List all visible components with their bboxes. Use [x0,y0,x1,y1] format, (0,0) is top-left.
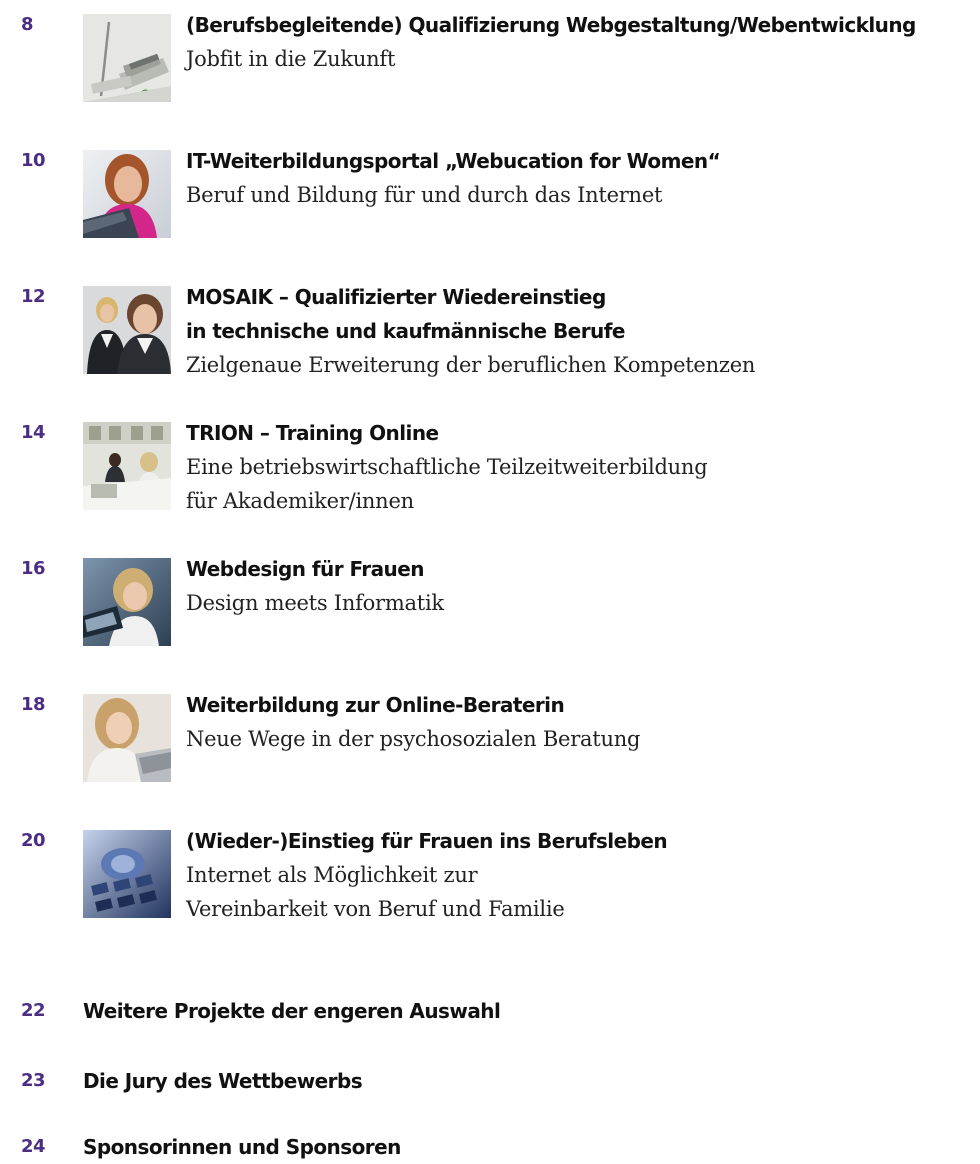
under-construction-photo [83,14,171,102]
entry-title-line: Weiterbildung zur Online-Beraterin [186,693,565,717]
entry-title-line: TRION – Training Online [186,421,439,445]
entry-title: (Berufsbegleitende) Qualifizierung Webge… [186,8,976,42]
entry-subtitle: Zielgenaue Erweiterung der beruflichen K… [186,348,976,382]
page-number: 22 [21,1000,46,1021]
woman-at-desk-photo [83,558,171,646]
page-number: 20 [21,830,46,851]
office-training-photo [83,422,171,510]
entry-text: MOSAIK – Qualifizierter Wiedereinstieg i… [186,280,976,382]
page-number: 8 [21,14,34,35]
entry-text: Webdesign für Frauen Design meets Inform… [186,552,976,620]
entry-text: (Wieder-)Einstieg für Frauen ins Berufsl… [186,824,976,926]
entry-text: Weiterbildung zur Online-Beraterin Neue … [186,688,976,756]
table-of-contents: 8 (Berufsbegleitende) Qualifizierung Web… [0,0,980,1160]
entry-subtitle: Internet als Möglichkeit zur Vereinbarke… [186,858,976,926]
entry-subtitle-line: Eine betriebswirtschaftliche Teilzeitwei… [186,455,708,479]
entry-title: Webdesign für Frauen [186,552,976,586]
entry-title-line: IT-Weiterbildungsportal „Webucation for … [186,149,721,173]
entry-text: (Berufsbegleitende) Qualifizierung Webge… [186,8,976,76]
entry-subtitle-line: für Akademiker/innen [186,489,414,513]
page-number: 23 [21,1070,46,1091]
entry-title-line: (Berufsbegleitende) Qualifizierung Webge… [186,13,916,37]
woman-at-computer-image [83,694,171,782]
entry-subtitle: Design meets Informatik [186,586,976,620]
under-construction-image [83,14,171,102]
page-number: 18 [21,694,46,715]
entry-subtitle-line: Vereinbarkeit von Beruf und Familie [186,897,565,921]
two-businesswomen-photo [83,286,171,374]
phone-keypad-image [83,830,171,918]
entry-subtitle: Beruf und Bildung für und durch das Inte… [186,178,976,212]
entry-subtitle: Eine betriebswirtschaftliche Teilzeitwei… [186,450,976,518]
office-training-image [83,422,171,510]
entry-subtitle-line: Neue Wege in der psychosozialen Beratung [186,727,641,751]
entry-title: IT-Weiterbildungsportal „Webucation for … [186,144,976,178]
entry-title-line: (Wieder-)Einstieg für Frauen ins Berufsl… [186,829,668,853]
entry-subtitle-line: Zielgenaue Erweiterung der beruflichen K… [186,353,756,377]
woman-at-computer-photo [83,694,171,782]
woman-with-laptop-image [83,150,171,238]
woman-with-laptop-photo [83,150,171,238]
page-number: 10 [21,150,46,171]
entry-subtitle-line: Jobfit in die Zukunft [186,47,396,71]
entry-title: Die Jury des Wettbewerbs [83,1069,363,1093]
page-number: 14 [21,422,46,443]
entry-text: TRION – Training Online Eine betriebswir… [186,416,976,518]
phone-keypad-photo [83,830,171,918]
entry-subtitle: Neue Wege in der psychosozialen Beratung [186,722,976,756]
entry-title: Weiterbildung zur Online-Beraterin [186,688,976,722]
page-number: 24 [21,1136,46,1157]
entry-subtitle-line: Design meets Informatik [186,591,444,615]
entry-title: MOSAIK – Qualifizierter Wiedereinstieg i… [186,280,976,348]
entry-title-line: Webdesign für Frauen [186,557,424,581]
entry-subtitle-line: Beruf und Bildung für und durch das Inte… [186,183,663,207]
page-number: 12 [21,286,46,307]
entry-title: (Wieder-)Einstieg für Frauen ins Berufsl… [186,824,976,858]
page-number: 16 [21,558,46,579]
entry-text: IT-Weiterbildungsportal „Webucation for … [186,144,976,212]
entry-subtitle: Jobfit in die Zukunft [186,42,976,76]
entry-subtitle-line: Internet als Möglichkeit zur [186,863,478,887]
entry-title: Sponsorinnen und Sponsoren [83,1135,401,1159]
entry-title-line: MOSAIK – Qualifizierter Wiedereinstieg [186,285,606,309]
entry-title: Weitere Projekte der engeren Auswahl [83,999,501,1023]
entry-title-line: in technische und kaufmännische Berufe [186,319,625,343]
woman-at-desk-image [83,558,171,646]
two-businesswomen-image [83,286,171,374]
entry-title: TRION – Training Online [186,416,976,450]
